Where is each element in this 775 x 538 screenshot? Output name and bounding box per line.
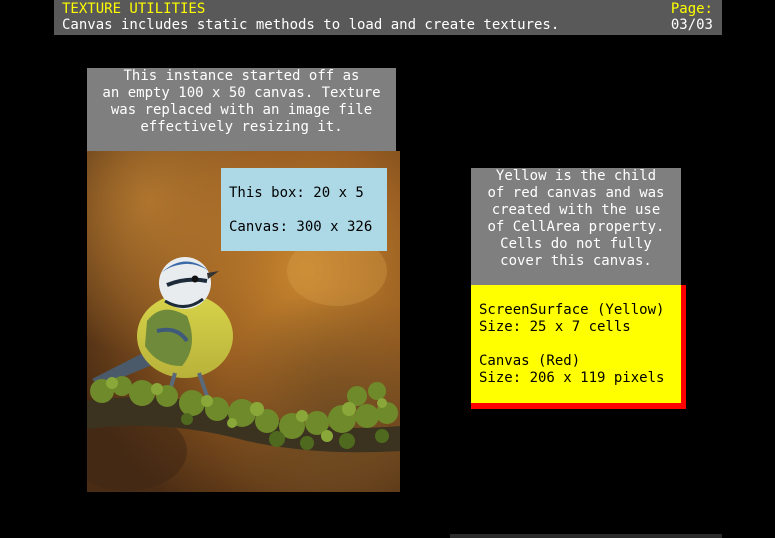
- page-number: 03/03: [670, 17, 713, 33]
- yellow-screen-surface: ScreenSurface (Yellow) Size: 25 x 7 cells…: [471, 285, 681, 403]
- info-box: This box: 20 x 5 Canvas: 300 x 326: [221, 168, 387, 251]
- surface-title: ScreenSurface (Yellow): [479, 302, 665, 318]
- page-subtitle: Canvas includes static methods to load a…: [62, 17, 560, 33]
- top-note: This instance started off as an empty 10…: [87, 68, 396, 151]
- canvas-size-text: Canvas: 300 x 326: [229, 219, 373, 235]
- page-title: TEXTURE UTILITIES: [62, 1, 206, 17]
- bottom-strip: [450, 534, 722, 538]
- page-label: Page:: [670, 1, 713, 17]
- right-note: Yellow is the child of red canvas and wa…: [471, 168, 681, 285]
- red-canvas-size: Size: 206 x 119 pixels: [479, 370, 665, 386]
- box-size-text: This box: 20 x 5: [229, 185, 364, 201]
- surface-size: Size: 25 x 7 cells: [479, 319, 631, 335]
- red-canvas-title: Canvas (Red): [479, 353, 581, 369]
- header-bar: TEXTURE UTILITIES Canvas includes static…: [54, 0, 722, 35]
